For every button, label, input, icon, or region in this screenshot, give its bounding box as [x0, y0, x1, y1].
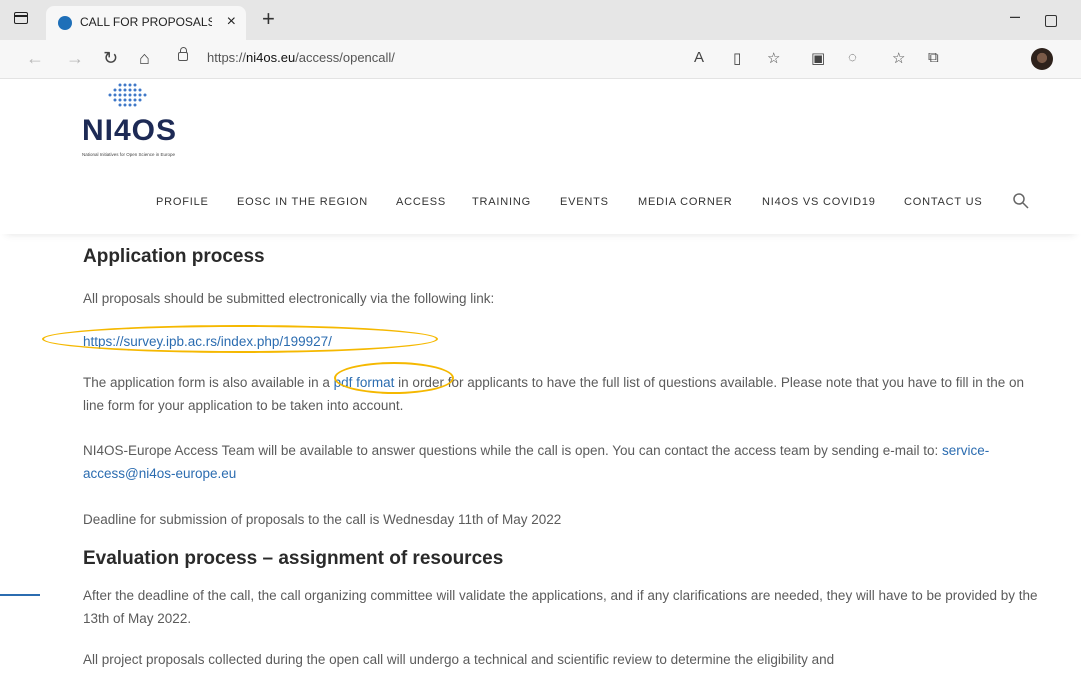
nav-training[interactable]: TRAINING: [472, 196, 531, 208]
tab-actions-icon[interactable]: [14, 12, 28, 24]
evaluation-text: After the deadline of the call, the call…: [83, 588, 1038, 626]
forward-arrow-icon[interactable]: →: [66, 48, 84, 69]
refresh-icon[interactable]: ↻: [103, 48, 118, 69]
deadline-text: Deadline for submission of proposals to …: [83, 512, 562, 527]
address-bar-url[interactable]: https://ni4os.eu/access/opencall/: [207, 50, 395, 65]
window-maximize-button[interactable]: [1045, 15, 1057, 27]
nav-contact-us[interactable]: CONTACT US: [904, 196, 983, 208]
collections-icon[interactable]: ⧉: [928, 49, 939, 66]
nav-eosc-in-the-region[interactable]: EOSC IN THE REGION: [237, 196, 368, 208]
nav-ni4os-vs-covid19[interactable]: NI4OS VS COVID19: [762, 196, 876, 208]
profile-avatar[interactable]: [1031, 48, 1053, 70]
search-icon[interactable]: [1012, 192, 1030, 210]
browser-titlebar: CALL FOR PROPOSALS FOR ACCE × + –: [0, 0, 1081, 40]
pdf-format-link[interactable]: pdf format: [334, 375, 395, 390]
logo-dots-icon: [108, 83, 147, 107]
nav-access[interactable]: ACCESS: [396, 196, 446, 208]
nav-profile[interactable]: PROFILE: [156, 196, 209, 208]
add-favorite-icon[interactable]: ☆: [767, 49, 780, 67]
main-navigation: PROFILE EOSC IN THE REGION ACCESS TRAINI…: [0, 178, 1081, 234]
new-tab-button[interactable]: +: [262, 6, 275, 32]
evaluation-process-heading: Evaluation process – assignment of resou…: [83, 548, 504, 569]
nav-media-corner[interactable]: MEDIA CORNER: [638, 196, 733, 208]
site-logo[interactable]: NI4OS National Initiatives for Open Scie…: [82, 82, 202, 162]
tab-title: CALL FOR PROPOSALS FOR ACCE: [80, 15, 212, 29]
site-favicon-icon: [58, 16, 72, 30]
application-form-text: The application form is also available i…: [83, 375, 1025, 413]
logo-tagline: National Initiatives for Open Science in…: [82, 152, 176, 157]
application-intro-text: All proposals should be submitted electr…: [83, 291, 495, 306]
application-process-heading: Application process: [83, 246, 265, 267]
immersive-reader-icon[interactable]: ▯: [733, 49, 741, 67]
review-text: All project proposals collected during t…: [83, 652, 835, 667]
window-minimize-button[interactable]: –: [1010, 6, 1020, 27]
access-team-text: NI4OS-Europe Access Team will be availab…: [83, 443, 990, 481]
survey-link[interactable]: https://survey.ipb.ac.rs/index.php/19992…: [83, 334, 332, 349]
copilot-icon[interactable]: ◌: [848, 49, 857, 66]
browser-toolbar: ← → ↻ ⌂ https://ni4os.eu/access/opencall…: [0, 40, 1081, 79]
logo-wordmark: NI4OS: [82, 114, 178, 147]
extension-icon[interactable]: ▣: [811, 49, 825, 67]
back-arrow-icon[interactable]: ←: [26, 48, 44, 69]
favorites-icon[interactable]: ☆: [892, 49, 905, 67]
home-icon[interactable]: ⌂: [139, 48, 150, 69]
nav-events[interactable]: EVENTS: [560, 196, 609, 208]
tab-close-icon[interactable]: ×: [227, 13, 236, 31]
read-aloud-icon[interactable]: A: [694, 49, 704, 66]
side-accent-bar: [0, 594, 40, 596]
browser-tab[interactable]: CALL FOR PROPOSALS FOR ACCE ×: [46, 6, 246, 40]
lock-icon[interactable]: [178, 47, 188, 61]
